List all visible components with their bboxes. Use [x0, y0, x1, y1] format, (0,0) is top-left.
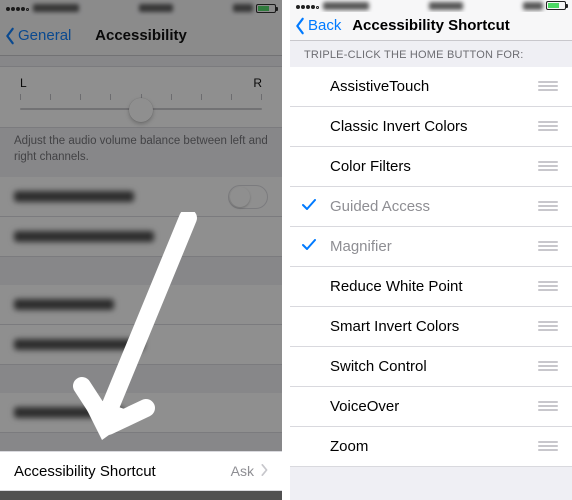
option-label: Color Filters [330, 158, 538, 175]
checkmark-icon [302, 238, 316, 255]
signal-dots-icon [6, 3, 30, 13]
option-label: Smart Invert Colors [330, 318, 538, 335]
drag-handle-icon[interactable] [538, 321, 558, 331]
drag-handle-icon[interactable] [538, 161, 558, 171]
option-label: Zoom [330, 438, 538, 455]
slider-right-label: R [253, 76, 262, 90]
drag-handle-icon[interactable] [538, 401, 558, 411]
shortcut-option-row[interactable]: Reduce White Point [290, 267, 572, 307]
balance-slider-cell: L R [0, 66, 282, 128]
toggle-icon[interactable] [228, 185, 268, 209]
drag-handle-icon[interactable] [538, 201, 558, 211]
redacted-row[interactable] [0, 217, 282, 257]
bottom-dim [0, 491, 282, 500]
signal-dots-icon [296, 1, 320, 11]
drag-handle-icon[interactable] [538, 361, 558, 371]
shortcut-options-list: AssistiveTouch Classic Invert Colors Color… [290, 67, 572, 467]
chevron-left-icon [294, 17, 306, 35]
drag-handle-icon[interactable] [538, 121, 558, 131]
drag-handle-icon[interactable] [538, 81, 558, 91]
carrier-text-redacted [33, 4, 79, 12]
option-label: VoiceOver [330, 398, 538, 415]
option-label: Magnifier [330, 238, 538, 255]
redacted-row[interactable] [0, 393, 282, 433]
balance-footer: Adjust the audio volume balance between … [0, 128, 282, 177]
redacted-row[interactable] [0, 325, 282, 365]
back-button[interactable]: Back [290, 17, 341, 35]
shortcut-option-row[interactable]: Color Filters [290, 147, 572, 187]
checkmark-icon [302, 198, 316, 215]
shortcut-option-row[interactable]: Guided Access [290, 187, 572, 227]
row-label: Accessibility Shortcut [14, 463, 231, 480]
carrier-text-redacted [323, 2, 369, 10]
chevron-right-icon [260, 463, 268, 480]
back-label: Back [308, 17, 341, 34]
shortcut-option-row[interactable]: Magnifier [290, 227, 572, 267]
shortcut-option-row[interactable]: AssistiveTouch [290, 67, 572, 107]
back-button[interactable]: General [0, 27, 71, 45]
clock-redacted [139, 4, 173, 12]
option-label: Reduce White Point [330, 278, 538, 295]
accessibility-shortcut-row[interactable]: Accessibility Shortcut Ask [0, 451, 282, 491]
slider-thumb-icon[interactable] [129, 98, 153, 122]
redacted-row[interactable] [0, 177, 282, 217]
shortcut-option-row[interactable]: Classic Invert Colors [290, 107, 572, 147]
shortcut-option-row[interactable]: Smart Invert Colors [290, 307, 572, 347]
redacted-row[interactable] [0, 285, 282, 325]
status-bar [290, 0, 572, 12]
balance-slider[interactable] [20, 94, 262, 118]
battery-icon [546, 1, 566, 10]
chevron-left-icon [4, 27, 16, 45]
screen-accessibility-shortcut: Back Accessibility Shortcut Triple-click… [290, 0, 572, 500]
option-label: Switch Control [330, 358, 538, 375]
row-detail: Ask [231, 463, 254, 479]
option-label: AssistiveTouch [330, 78, 538, 95]
drag-handle-icon[interactable] [538, 441, 558, 451]
option-label: Classic Invert Colors [330, 118, 538, 135]
nav-bar: Back Accessibility Shortcut [290, 12, 572, 41]
clock-redacted [429, 2, 463, 10]
back-label: General [18, 27, 71, 44]
status-icons-redacted [523, 2, 543, 10]
drag-handle-icon[interactable] [538, 241, 558, 251]
section-header: Triple-click the home button for: [290, 41, 572, 67]
status-bar [0, 0, 282, 16]
shortcut-option-row[interactable]: Switch Control [290, 347, 572, 387]
drag-handle-icon[interactable] [538, 281, 558, 291]
shortcut-option-row[interactable]: Zoom [290, 427, 572, 467]
battery-icon [256, 4, 276, 13]
screen-accessibility: General Accessibility L R Adjust the aud… [0, 0, 282, 500]
nav-bar: General Accessibility [0, 16, 282, 56]
status-icons-redacted [233, 4, 253, 12]
bottom-gap [290, 467, 572, 500]
shortcut-option-row[interactable]: VoiceOver [290, 387, 572, 427]
option-label: Guided Access [330, 198, 538, 215]
slider-left-label: L [20, 76, 27, 90]
